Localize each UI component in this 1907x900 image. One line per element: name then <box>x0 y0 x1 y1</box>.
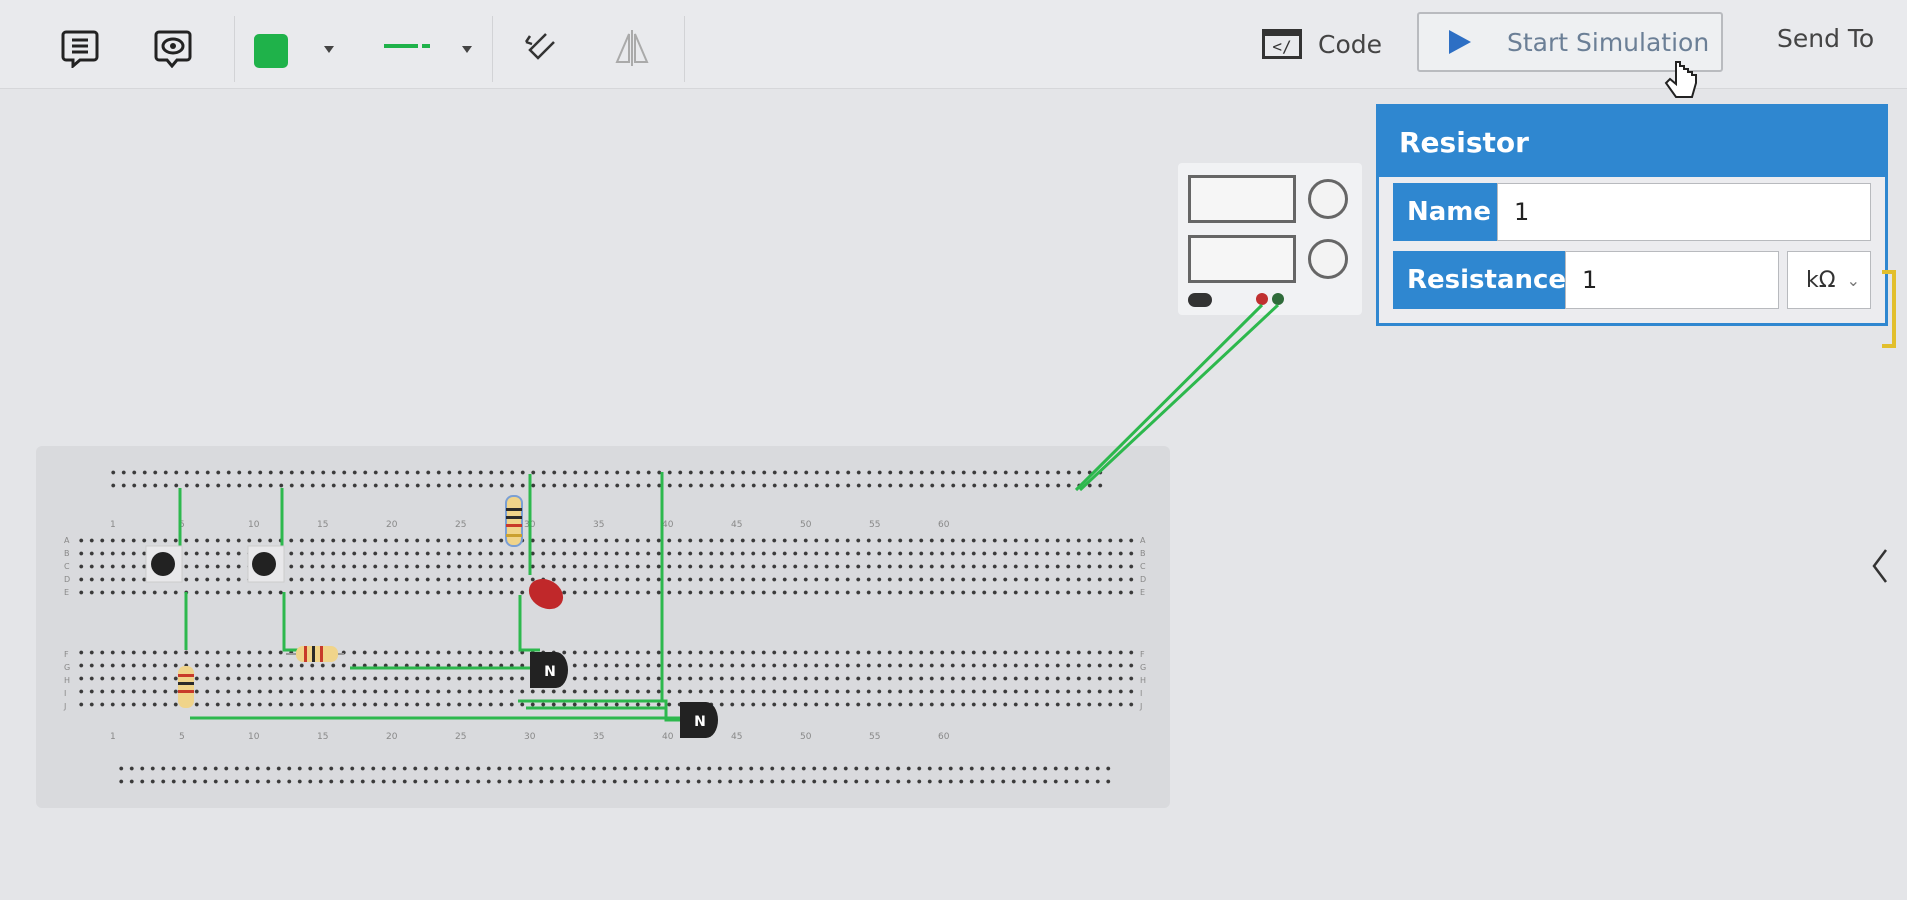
resistor-horizontal[interactable] <box>286 646 344 662</box>
svg-text:N: N <box>544 664 556 680</box>
push-button-2[interactable] <box>247 545 285 583</box>
red-led[interactable] <box>523 573 568 615</box>
circuit-overlay: N N <box>145 303 1280 738</box>
wire-psu-positive <box>1078 303 1280 492</box>
chevron-left-icon[interactable] <box>1866 546 1896 586</box>
resistor-vertical[interactable] <box>505 495 523 547</box>
wires[interactable] <box>178 303 1280 722</box>
npn-transistor-2[interactable]: N <box>680 702 718 738</box>
wire-psu-negative <box>1074 303 1264 492</box>
wire-button2-bottom <box>282 592 300 652</box>
resistor-pulldown[interactable] <box>178 666 194 708</box>
npn-transistor-1[interactable]: N <box>530 652 568 688</box>
svg-text:N: N <box>694 714 706 730</box>
push-button-1[interactable] <box>145 545 183 583</box>
